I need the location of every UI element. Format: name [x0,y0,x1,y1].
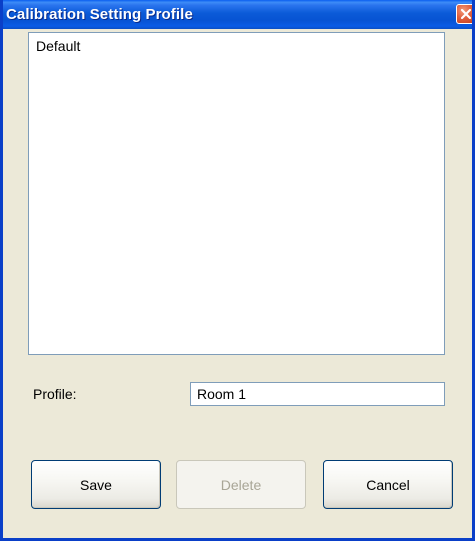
title-bar[interactable]: Calibration Setting Profile [3,0,472,29]
profile-name-input[interactable] [190,382,445,406]
list-item[interactable]: Default [36,38,80,54]
close-button[interactable] [456,4,472,24]
profile-listbox[interactable]: Default [28,32,445,355]
save-button[interactable]: Save [31,460,161,509]
delete-button: Delete [176,460,306,509]
window-title: Calibration Setting Profile [6,6,193,23]
cancel-button[interactable]: Cancel [323,460,453,509]
close-icon [460,8,472,20]
calibration-profile-dialog: Calibration Setting Profile Default Prof… [0,0,475,541]
profile-label: Profile: [33,386,77,402]
